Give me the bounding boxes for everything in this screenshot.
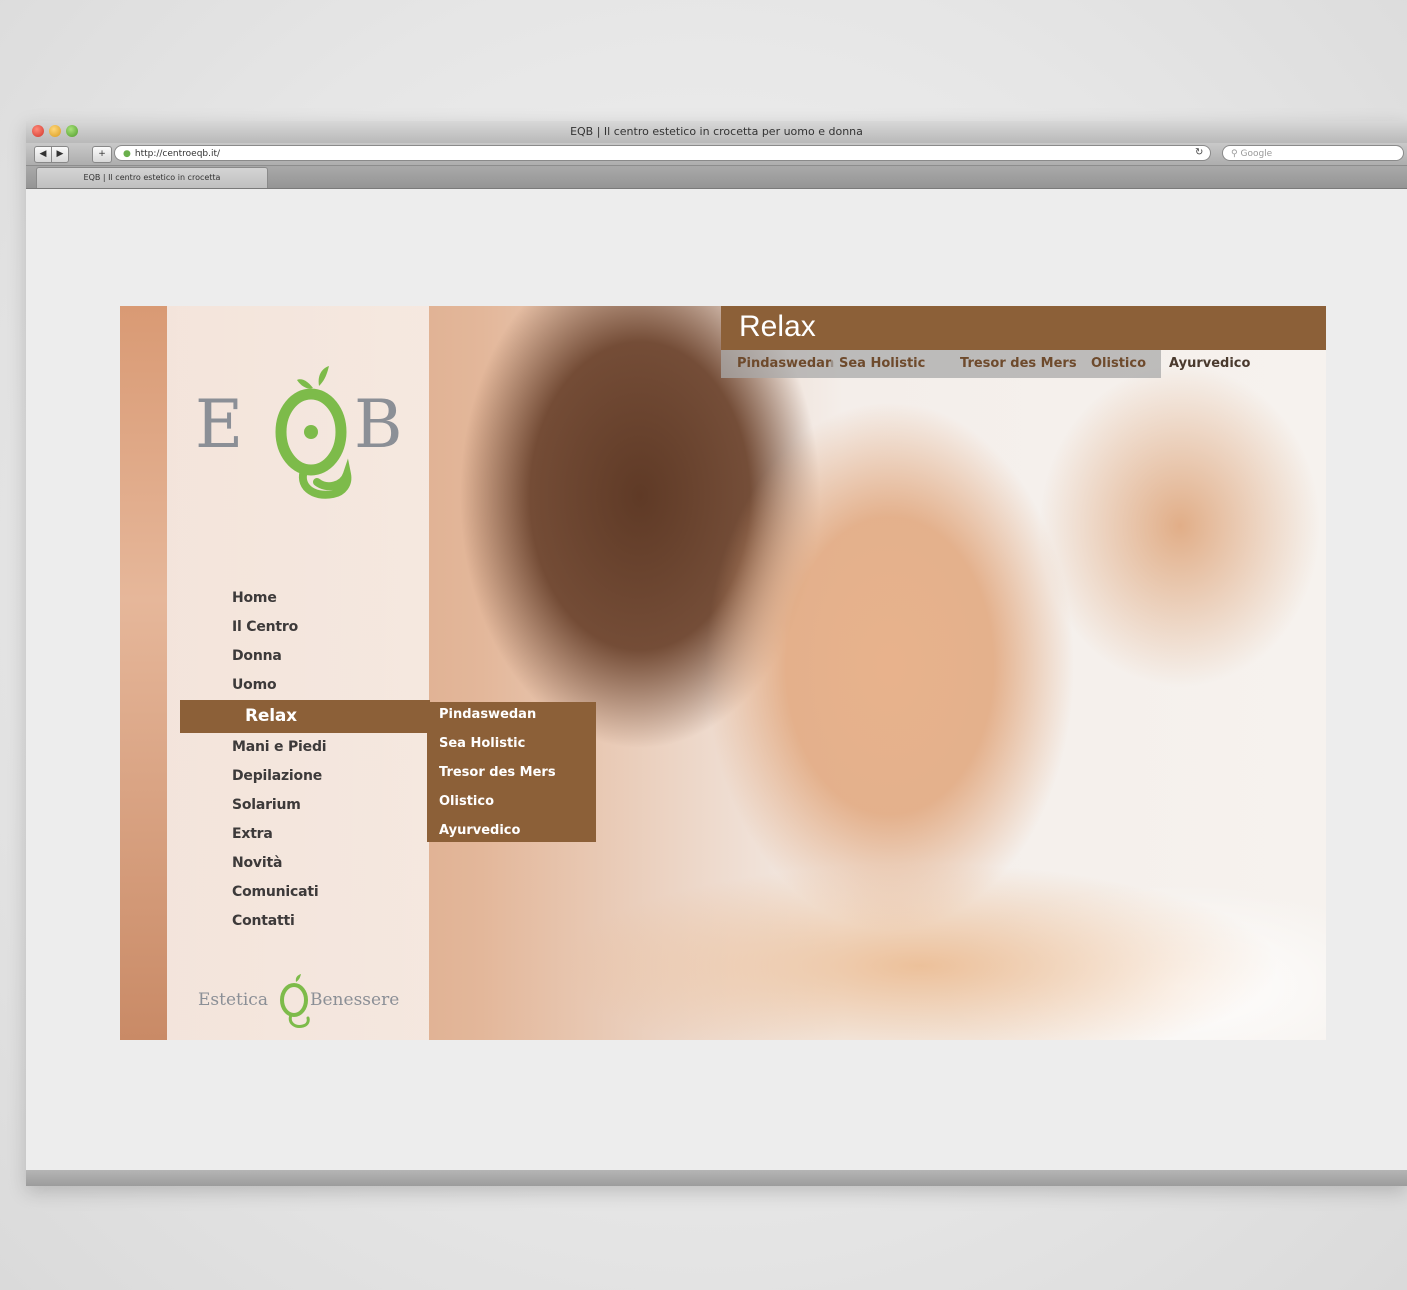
- nav-item-uomo[interactable]: Uomo: [232, 671, 432, 700]
- browser-status-bar: [26, 1170, 1407, 1186]
- reload-icon[interactable]: ↻: [1195, 147, 1203, 158]
- main-navigation: Home Il Centro Donna Uomo Relax Mani e P…: [180, 584, 432, 936]
- window-title: EQB | Il centro estetico in crocetta per…: [570, 125, 863, 138]
- submenu-item-pindaswedan[interactable]: Pindaswedan: [427, 702, 596, 731]
- nav-item-comunicati[interactable]: Comunicati: [232, 878, 432, 907]
- logo-letter-e: E: [195, 386, 244, 463]
- section-tab-pindaswedan[interactable]: Pindaswedan: [721, 350, 834, 378]
- address-text: http://centroeqb.it/: [134, 149, 221, 159]
- section-tab-ayurvedico[interactable]: Ayurvedico: [1161, 350, 1272, 378]
- site-icon: ●: [123, 149, 131, 159]
- website: E B Home Il Centro Donna Uomo Relax Mani…: [120, 306, 1326, 1040]
- section-tabs: Pindaswedan Sea Holistic Tresor des Mers…: [721, 350, 1272, 378]
- section-tab-tresor-des-mers[interactable]: Tresor des Mers: [952, 350, 1083, 378]
- submenu-item-olistico[interactable]: Olistico: [427, 789, 596, 818]
- submenu-item-sea-holistic[interactable]: Sea Holistic: [427, 731, 596, 760]
- search-placeholder: Google: [1240, 149, 1273, 159]
- nav-item-relax[interactable]: Relax: [180, 700, 430, 733]
- title-bar: EQB | Il centro estetico in crocetta per…: [26, 121, 1407, 144]
- nav-item-solarium[interactable]: Solarium: [232, 791, 432, 820]
- submenu-item-ayurvedico[interactable]: Ayurvedico: [427, 818, 596, 847]
- logo-q-icon: [275, 366, 352, 499]
- add-bookmark-button[interactable]: +: [92, 146, 112, 163]
- nav-item-il-centro[interactable]: Il Centro: [232, 613, 432, 642]
- submenu-item-tresor-des-mers[interactable]: Tresor des Mers: [427, 760, 596, 789]
- left-photo-strip: [120, 306, 167, 1040]
- nav-item-home[interactable]: Home: [232, 584, 432, 613]
- forward-button[interactable]: ▶: [51, 146, 69, 163]
- address-bar[interactable]: ● http://centroeqb.it/: [114, 145, 1211, 161]
- eqb-logo[interactable]: E B: [192, 346, 412, 506]
- footer-logo-right-word: Benessere: [310, 990, 400, 1010]
- browser-toolbar: ◀ ▶ + ● http://centroeqb.it/ ↻ ⚲ Google: [26, 143, 1407, 166]
- nav-item-extra[interactable]: Extra: [232, 820, 432, 849]
- section-header: Relax: [721, 306, 1326, 350]
- footer-logo-left-word: Estetica: [198, 990, 268, 1010]
- nav-item-depilazione[interactable]: Depilazione: [232, 762, 432, 791]
- section-tab-olistico[interactable]: Olistico: [1083, 350, 1161, 378]
- logo-letter-b: B: [354, 386, 403, 463]
- browser-tab[interactable]: EQB | Il centro estetico in crocetta: [36, 167, 268, 188]
- search-field[interactable]: ⚲ Google: [1222, 145, 1404, 161]
- nav-item-donna[interactable]: Donna: [232, 642, 432, 671]
- back-button[interactable]: ◀: [34, 146, 52, 163]
- section-tab-sea-holistic[interactable]: Sea Holistic: [831, 350, 952, 378]
- search-icon: ⚲: [1231, 149, 1238, 159]
- tab-bar: EQB | Il centro estetico in crocetta: [26, 166, 1407, 189]
- nav-item-novita[interactable]: Novità: [232, 849, 432, 878]
- footer-logo-q-icon: [280, 974, 310, 1028]
- relax-submenu: Pindaswedan Sea Holistic Tresor des Mers…: [427, 702, 596, 842]
- section-title: Relax: [739, 310, 816, 343]
- nav-item-mani-e-piedi[interactable]: Mani e Piedi: [232, 733, 432, 762]
- nav-item-contatti[interactable]: Contatti: [232, 907, 432, 936]
- footer-logo: Estetica Benessere: [198, 974, 428, 1030]
